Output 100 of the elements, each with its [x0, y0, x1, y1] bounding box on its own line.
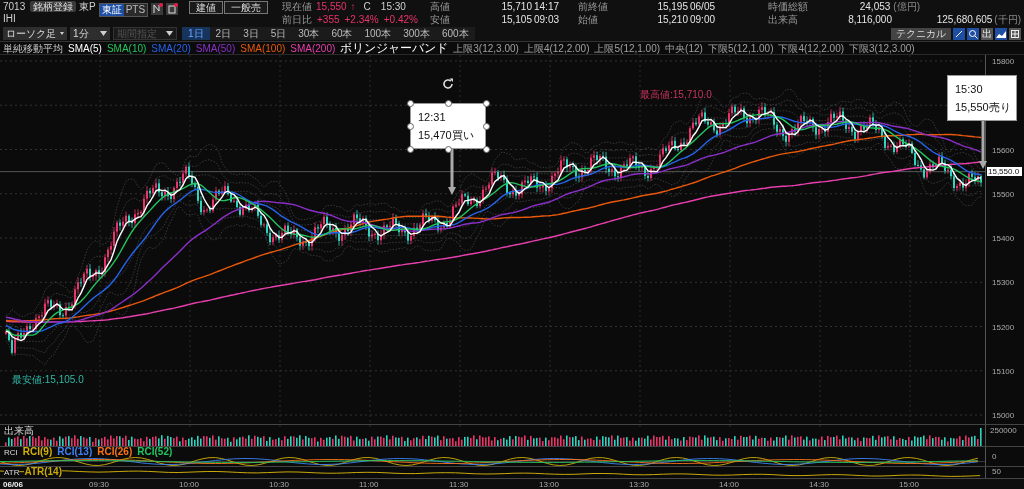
rotate-icon[interactable] [441, 77, 455, 91]
volume-toggle-button[interactable]: 出 [981, 27, 993, 40]
legend-item: SMA(100) [240, 42, 286, 54]
stat-time: 14:17 [534, 0, 561, 13]
stat-label: 前終値 [578, 0, 609, 13]
period-tab[interactable]: 300本 [397, 27, 436, 40]
time-label: 15:00 [899, 480, 920, 489]
callout-text: 15,550売り [955, 101, 1009, 113]
down-arrow [979, 121, 987, 169]
caret-icon [60, 31, 64, 36]
callout-box[interactable]: 12:31 15,470買い [410, 103, 486, 149]
period-tab[interactable]: 3日 [237, 27, 265, 40]
time-label: 09:30 [89, 480, 110, 489]
time-label: 11:30 [449, 480, 469, 489]
period-tab[interactable]: 30本 [292, 27, 326, 40]
time-label: 13:00 [539, 480, 560, 489]
axis-label: 15300 [992, 278, 1015, 288]
stat-value: 24,053 [859, 0, 891, 13]
resize-handle[interactable] [444, 145, 452, 153]
stat-unit: (億円) [893, 0, 920, 13]
time-label: 10:00 [179, 480, 200, 489]
alert-flag-icon[interactable] [151, 3, 164, 15]
search-icon[interactable] [967, 27, 979, 40]
time-label: 14:30 [809, 480, 830, 489]
resize-handle[interactable] [406, 122, 414, 130]
dropdown[interactable]: 1分 [70, 27, 110, 40]
turnover-value: 125,680,605 [936, 13, 993, 26]
stock-code: 7013 [3, 1, 27, 13]
time-label: 06/06 [3, 480, 24, 489]
axis-label: 15200 [992, 322, 1015, 332]
current-price: 15,550 [316, 0, 347, 13]
resize-handle[interactable] [444, 99, 452, 107]
axis-label: 15100 [992, 366, 1015, 376]
order-button[interactable]: 建値 [189, 1, 224, 14]
price-arrow-label: ↑ [350, 0, 356, 13]
resize-handle[interactable] [482, 145, 490, 153]
dropdown[interactable]: ローソク足 [3, 27, 67, 40]
grid-icon[interactable] [1009, 27, 1021, 40]
exchange-tab[interactable]: 東証 [99, 4, 124, 16]
company-name: IHI [3, 13, 17, 25]
axis-label: 15800 [992, 57, 1015, 66]
high-marker: 最高値:15,710.0 [640, 88, 712, 100]
stat-time: 09:00 [690, 13, 717, 26]
resize-handle[interactable] [406, 145, 414, 153]
legend-item: ATR(14) [24, 467, 62, 477]
legend-item: SMA(200) [290, 42, 336, 54]
period-tab[interactable]: 1日 [182, 27, 210, 40]
resize-handle[interactable] [482, 99, 490, 107]
time-label: 13:30 [629, 480, 650, 489]
register-button[interactable]: 銘柄登録 [30, 1, 76, 12]
stat-value: 8,116,000 [848, 13, 892, 26]
period-tab[interactable]: 600本 [435, 27, 475, 40]
time-label: 14:00 [719, 480, 740, 489]
legend-item: SMA(5) [68, 42, 102, 54]
stat-value: 15,710 [501, 0, 532, 13]
order-button[interactable]: 一般売 [224, 1, 269, 14]
time-label: 11:00 [359, 480, 379, 489]
stat-label: 前日比 [282, 13, 312, 26]
callout-box[interactable]: 15:30 15,550売り [947, 75, 1017, 121]
panel-title: RCI [4, 447, 18, 457]
close-flag-label: C [363, 0, 371, 13]
stat-time: 15:30 [380, 0, 406, 13]
stat-label: 時価総額 [768, 0, 809, 13]
stat-label: 現在値 [282, 0, 312, 13]
legend-item: RCI(26) [97, 447, 133, 457]
legend-title: ボリンジャーバンド [340, 42, 449, 54]
legend-item: 上限5(12,1.00) [594, 42, 661, 54]
stat-value: 15,195 [657, 0, 688, 13]
note-icon[interactable] [166, 3, 179, 15]
down-arrow [448, 149, 456, 195]
legend-item: 上限4(12,2.00) [523, 42, 590, 54]
technical-button[interactable]: テクニカル [891, 27, 951, 40]
period-tab[interactable]: 100本 [358, 27, 398, 40]
resize-handle[interactable] [406, 99, 414, 107]
period-tab[interactable]: 60本 [325, 27, 359, 40]
axis-label: 15500 [992, 189, 1015, 199]
market-label: 東P [79, 1, 96, 12]
period-tab[interactable]: 5日 [264, 27, 293, 40]
legend-item: 中央(12) [665, 42, 703, 54]
period-tab[interactable]: 2日 [209, 27, 238, 40]
change-value: +355 [317, 13, 340, 26]
axis-label: 50 [992, 467, 1001, 476]
stat-label: 安値 [430, 13, 451, 26]
panel-title: 出来高 [4, 426, 34, 436]
axis-label: 15400 [992, 234, 1015, 243]
resize-handle[interactable] [482, 122, 490, 130]
legend-item: SMA(10) [106, 42, 147, 54]
change-value: +0.42% [383, 13, 418, 26]
pencil-icon[interactable] [953, 27, 965, 40]
price-tag: 15,550.0 [987, 167, 1022, 177]
stat-label: 出来高 [768, 13, 799, 26]
legend-item: 下限4(12,2.00) [778, 42, 845, 54]
callout-time: 15:30 [955, 83, 984, 95]
legend-item: 下限3(12,3.00) [849, 42, 915, 54]
stat-value: 15,210 [657, 13, 688, 26]
legend-title: 単純移動平均 [3, 42, 63, 54]
exchange-tab[interactable]: PTS [123, 4, 148, 16]
area-chart-icon[interactable] [995, 27, 1007, 40]
stat-time: 06/05 [690, 0, 717, 13]
legend-item: RCI(9) [22, 447, 53, 457]
